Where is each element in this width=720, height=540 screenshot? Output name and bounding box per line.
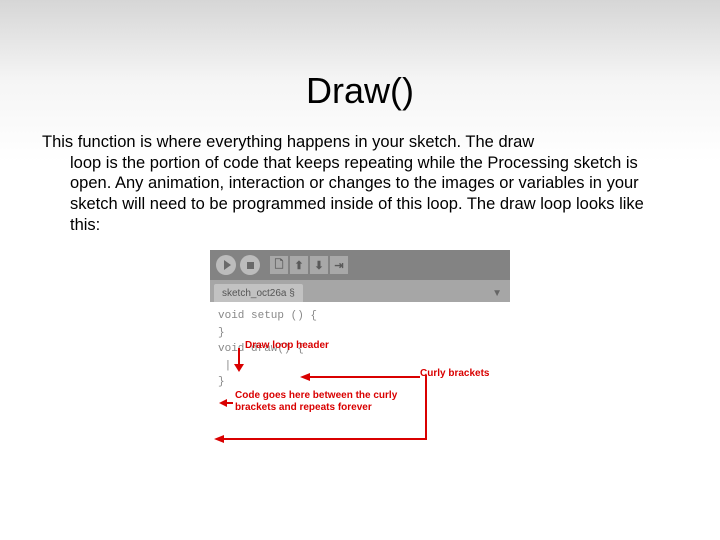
play-icon bbox=[216, 255, 236, 275]
annotation-draw-header: Draw loop header bbox=[245, 340, 329, 351]
sketch-tab: sketch_oct26a § bbox=[214, 284, 303, 302]
annotation-curly: Curly brackets bbox=[420, 368, 489, 379]
stop-icon bbox=[240, 255, 260, 275]
ide-toolbar: 🗋 ⬆ ⬇ ⇥ bbox=[210, 250, 510, 280]
new-icon: 🗋 bbox=[270, 256, 288, 274]
slide-title: Draw() bbox=[40, 70, 680, 112]
arrow-draw-header-icon bbox=[230, 348, 248, 372]
arrow-code-goes-icon bbox=[219, 396, 233, 410]
ide-screenshot: 🗋 ⬆ ⬇ ⇥ sketch_oct26a § ▼ void setup () … bbox=[210, 250, 510, 452]
tab-dropdown-icon: ▼ bbox=[492, 288, 506, 302]
save-icon: ⬇ bbox=[310, 256, 328, 274]
body-first-line: This function is where everything happen… bbox=[42, 133, 534, 151]
code-line-1: void setup () { bbox=[218, 308, 502, 325]
body-remaining: loop is the portion of code that keeps r… bbox=[42, 153, 660, 236]
code-editor: void setup () { } void draw() { | } Draw… bbox=[210, 302, 510, 452]
export-icon: ⇥ bbox=[330, 256, 348, 274]
code-line-3: } bbox=[218, 325, 502, 342]
slide-body: This function is where everything happen… bbox=[40, 132, 680, 235]
annotation-code-goes: Code goes here between the curly bracket… bbox=[235, 390, 405, 413]
open-icon: ⬆ bbox=[290, 256, 308, 274]
ide-tab-bar: sketch_oct26a § ▼ bbox=[210, 280, 510, 302]
